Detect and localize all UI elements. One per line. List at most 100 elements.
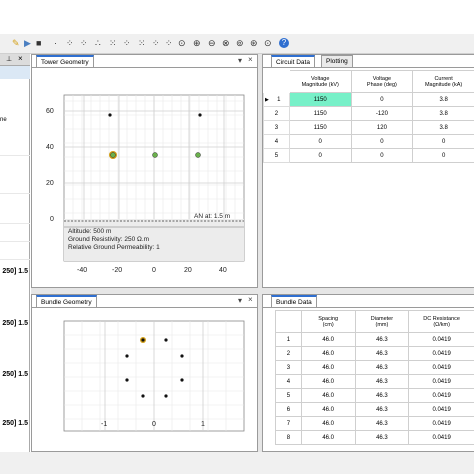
table-cell[interactable]: 0.0419 xyxy=(408,346,474,361)
table-row[interactable]: 7 46.0 46.3 0.0419 xyxy=(275,416,474,431)
info-line: Altitude: 500 m xyxy=(68,228,112,235)
dot-icon[interactable]: ⁘ xyxy=(152,38,160,48)
table-cell[interactable]: 46.0 xyxy=(300,430,356,445)
table-cell[interactable]: 0.0419 xyxy=(408,402,474,417)
table-cell[interactable]: 46.3 xyxy=(354,402,410,417)
table-cell[interactable]: 0 xyxy=(412,148,474,163)
table-cell[interactable]: 1150 xyxy=(288,92,352,107)
table-row[interactable]: 2 46.0 46.3 0.0419 xyxy=(275,346,474,361)
pencil-icon[interactable]: ✎ xyxy=(12,38,20,48)
table-cell[interactable]: 46.3 xyxy=(354,416,410,431)
row-header: 1 xyxy=(275,332,302,347)
tab-label: Plotting xyxy=(326,58,348,65)
table-cell[interactable]: 3.8 xyxy=(412,92,474,107)
table-cell[interactable]: 0 xyxy=(350,148,414,163)
close-icon[interactable]: × xyxy=(18,54,23,63)
play-icon[interactable]: ▶ xyxy=(24,38,31,48)
table-cell[interactable]: 3.8 xyxy=(412,120,474,135)
table-cell[interactable]: 46.3 xyxy=(354,388,410,403)
table-cell[interactable]: 46.0 xyxy=(300,402,356,417)
table-cell[interactable]: 46.0 xyxy=(300,332,356,347)
list-item[interactable] xyxy=(0,146,30,156)
left-dock-value-label: 250] 1.5 xyxy=(2,268,28,275)
dot-icon[interactable]: ⁘ xyxy=(165,38,173,48)
bundle-plot[interactable] xyxy=(32,295,259,453)
tower-plot[interactable] xyxy=(32,55,259,289)
table-cell[interactable]: 46.3 xyxy=(354,430,410,445)
tab-circuit-data[interactable]: Circuit Data xyxy=(271,55,315,67)
list-item[interactable] xyxy=(0,250,30,260)
table-cell[interactable]: 46.0 xyxy=(300,416,356,431)
table-row[interactable]: ▶ 1 1150 0 3.8 xyxy=(263,92,474,107)
column-header: Diameter (mm) xyxy=(354,310,410,333)
table-row[interactable]: 6 46.0 46.3 0.0419 xyxy=(275,402,474,417)
table-row[interactable]: 2 1150 -120 3.8 xyxy=(263,106,474,121)
table-cell[interactable]: 46.3 xyxy=(354,346,410,361)
table-cell[interactable]: 1150 xyxy=(288,106,352,121)
table-cell[interactable]: 0.0419 xyxy=(408,416,474,431)
table-cell[interactable]: 0 xyxy=(350,134,414,149)
left-dock-value-label: 250] 1.5 xyxy=(2,320,28,327)
table-cell[interactable]: 46.0 xyxy=(300,374,356,389)
table-row[interactable]: 5 46.0 46.3 0.0419 xyxy=(275,388,474,403)
table-cell[interactable]: 46.3 xyxy=(354,332,410,347)
corner-cell xyxy=(275,310,302,333)
tower-geometry-panel: Tower Geometry ▾ × 60 40 20 0 -40 -20 0 … xyxy=(31,54,258,288)
table-cell[interactable]: 0.0419 xyxy=(408,388,474,403)
table-cell[interactable]: 0 xyxy=(412,134,474,149)
pin-icon[interactable]: ⊥ xyxy=(6,55,12,63)
left-dock-header: ⊥ × xyxy=(0,54,30,66)
table-cell[interactable]: 0.0419 xyxy=(408,360,474,375)
tab-plotting[interactable]: Plotting xyxy=(321,55,353,67)
dot-icon[interactable]: · xyxy=(54,38,57,48)
dot-icon[interactable]: ∴ xyxy=(95,38,101,48)
table-cell[interactable]: 46.0 xyxy=(300,360,356,375)
zoom-out-icon[interactable]: ⊖ xyxy=(208,38,216,48)
zoom-pan-icon[interactable]: ⊛ xyxy=(250,38,258,48)
y-tick-label: 40 xyxy=(46,144,54,151)
zoom-reset-icon[interactable]: ⊙ xyxy=(178,38,186,48)
zoom-fit-icon[interactable]: ⊗ xyxy=(222,38,230,48)
table-row[interactable]: 3 1150 120 3.8 xyxy=(263,120,474,135)
bundle-data-panel: Bundle Data Spacing (cm) Diameter (mm) D… xyxy=(262,294,474,452)
dot-icon[interactable]: ⁙ xyxy=(138,38,146,48)
ground-wire-point xyxy=(108,113,112,117)
conductor-point xyxy=(152,152,158,158)
list-item[interactable] xyxy=(0,214,30,224)
table-cell[interactable]: 0.0419 xyxy=(408,332,474,347)
table-cell[interactable]: 0 xyxy=(350,92,414,107)
table-cell[interactable]: 46.3 xyxy=(354,360,410,375)
table-cell[interactable]: 46.0 xyxy=(300,388,356,403)
row-header: 6 xyxy=(275,402,302,417)
table-cell[interactable]: -120 xyxy=(350,106,414,121)
table-cell[interactable]: 0.0419 xyxy=(408,430,474,445)
list-item[interactable] xyxy=(0,232,30,242)
dot-icon[interactable]: ⁘ xyxy=(66,38,74,48)
table-row[interactable]: 3 46.0 46.3 0.0419 xyxy=(275,360,474,375)
table-row[interactable]: 8 46.0 46.3 0.0419 xyxy=(275,430,474,445)
table-cell[interactable]: 120 xyxy=(350,120,414,135)
conductor-point xyxy=(110,152,116,158)
table-cell[interactable]: 46.3 xyxy=(354,374,410,389)
table-row[interactable]: 4 46.0 46.3 0.0419 xyxy=(275,374,474,389)
tab-bundle-data[interactable]: Bundle Data xyxy=(271,295,317,307)
table-cell[interactable]: 0.0419 xyxy=(408,374,474,389)
zoom-area-icon[interactable]: ⊚ xyxy=(236,38,244,48)
dot-icon[interactable]: ⁙ xyxy=(109,38,117,48)
table-row[interactable]: 1 46.0 46.3 0.0419 xyxy=(275,332,474,347)
table-cell[interactable]: 0 xyxy=(288,134,352,149)
dot-icon[interactable]: ⁘ xyxy=(80,38,88,48)
table-row[interactable]: 4 0 0 0 xyxy=(263,134,474,149)
table-cell[interactable]: 3.8 xyxy=(412,106,474,121)
table-cell[interactable]: 1150 xyxy=(288,120,352,135)
y-tick-label: 20 xyxy=(46,180,54,187)
stop-icon[interactable]: ■ xyxy=(36,38,41,48)
dot-icon[interactable]: ⁘ xyxy=(123,38,131,48)
table-cell[interactable]: 0 xyxy=(288,148,352,163)
forward-icon[interactable]: ⊙ xyxy=(264,38,272,48)
list-item[interactable] xyxy=(0,184,30,194)
table-row[interactable]: 5 0 0 0 xyxy=(263,148,474,163)
zoom-in-icon[interactable]: ⊕ xyxy=(193,38,201,48)
table-cell[interactable]: 46.0 xyxy=(300,346,356,361)
help-icon[interactable]: ? xyxy=(279,38,289,48)
